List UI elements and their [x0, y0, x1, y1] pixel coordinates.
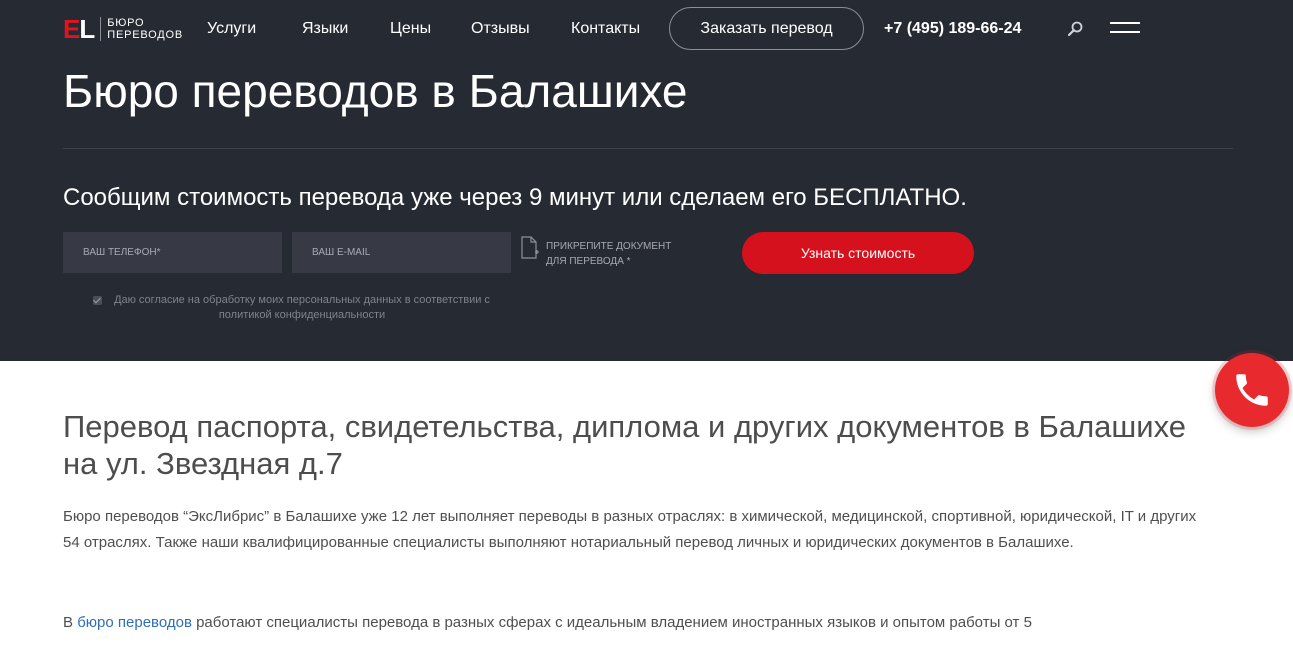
logo-letter-l: L [79, 14, 95, 44]
attach-label-line1: ПРИКРЕПИТЕ ДОКУМЕНТ [546, 241, 672, 252]
logo-text: БЮРО ПЕРЕВОДОВ [100, 17, 183, 41]
specialists-paragraph: В бюро переводов работают специалисты пе… [63, 610, 1213, 636]
logo-mark: EL [63, 14, 95, 44]
nav-item-reviews[interactable]: Отзывы [471, 19, 530, 39]
hero-divider [63, 148, 1233, 149]
logo-text-line1: БЮРО [107, 17, 145, 29]
menu-icon[interactable] [1110, 20, 1140, 36]
logo-letter-e: E [63, 14, 80, 44]
header-phone[interactable]: +7 (495) 189-66-24 [884, 19, 1021, 39]
paragraph-prefix: В [63, 614, 78, 631]
get-price-button[interactable]: Узнать стоимость [742, 232, 974, 274]
hero-section: EL БЮРО ПЕРЕВОДОВ Услуги Языки Цены Отзы… [0, 0, 1293, 361]
translation-bureau-link[interactable]: бюро переводов [77, 614, 192, 631]
phone-call-icon [1236, 374, 1268, 406]
phone-input[interactable] [63, 232, 282, 273]
nav-item-prices[interactable]: Цены [390, 19, 431, 39]
nav-item-contacts[interactable]: Контакты [571, 19, 640, 39]
search-icon[interactable] [1066, 20, 1084, 38]
attach-label: ПРИКРЕПИТЕ ДОКУМЕНТ ДЛЯ ПЕРЕВОДА * [546, 239, 706, 269]
email-input[interactable] [292, 232, 511, 273]
consent-checkbox[interactable] [93, 296, 102, 305]
content-title: Перевод паспорта, свидетельства, диплома… [63, 409, 1186, 481]
attach-document[interactable]: ПРИКРЕПИТЕ ДОКУМЕНТ ДЛЯ ПЕРЕВОДА * [520, 236, 700, 270]
page-title: Бюро переводов в Балашихе [63, 65, 688, 117]
nav-item-languages[interactable]: Языки [302, 19, 348, 39]
intro-paragraph: Бюро переводов “ЭксЛибрис” в Балашихе уж… [63, 508, 1197, 551]
logo-text-line2: ПЕРЕВОДОВ [107, 29, 183, 41]
nav-item-services[interactable]: Услуги [207, 19, 256, 39]
paragraph-rest: работают специалисты перевода в разных с… [191, 614, 1032, 631]
logo[interactable]: EL БЮРО ПЕРЕВОДОВ [63, 14, 183, 44]
document-attach-icon [521, 236, 539, 259]
order-translation-button[interactable]: Заказать перевод [669, 7, 864, 50]
call-button[interactable] [1215, 353, 1289, 427]
attach-label-line2: ДЛЯ ПЕРЕВОДА * [546, 256, 631, 267]
consent-text: Даю согласие на обработку моих персональ… [114, 294, 490, 321]
hero-subtitle: Сообщим стоимость перевода уже через 9 м… [63, 184, 967, 211]
